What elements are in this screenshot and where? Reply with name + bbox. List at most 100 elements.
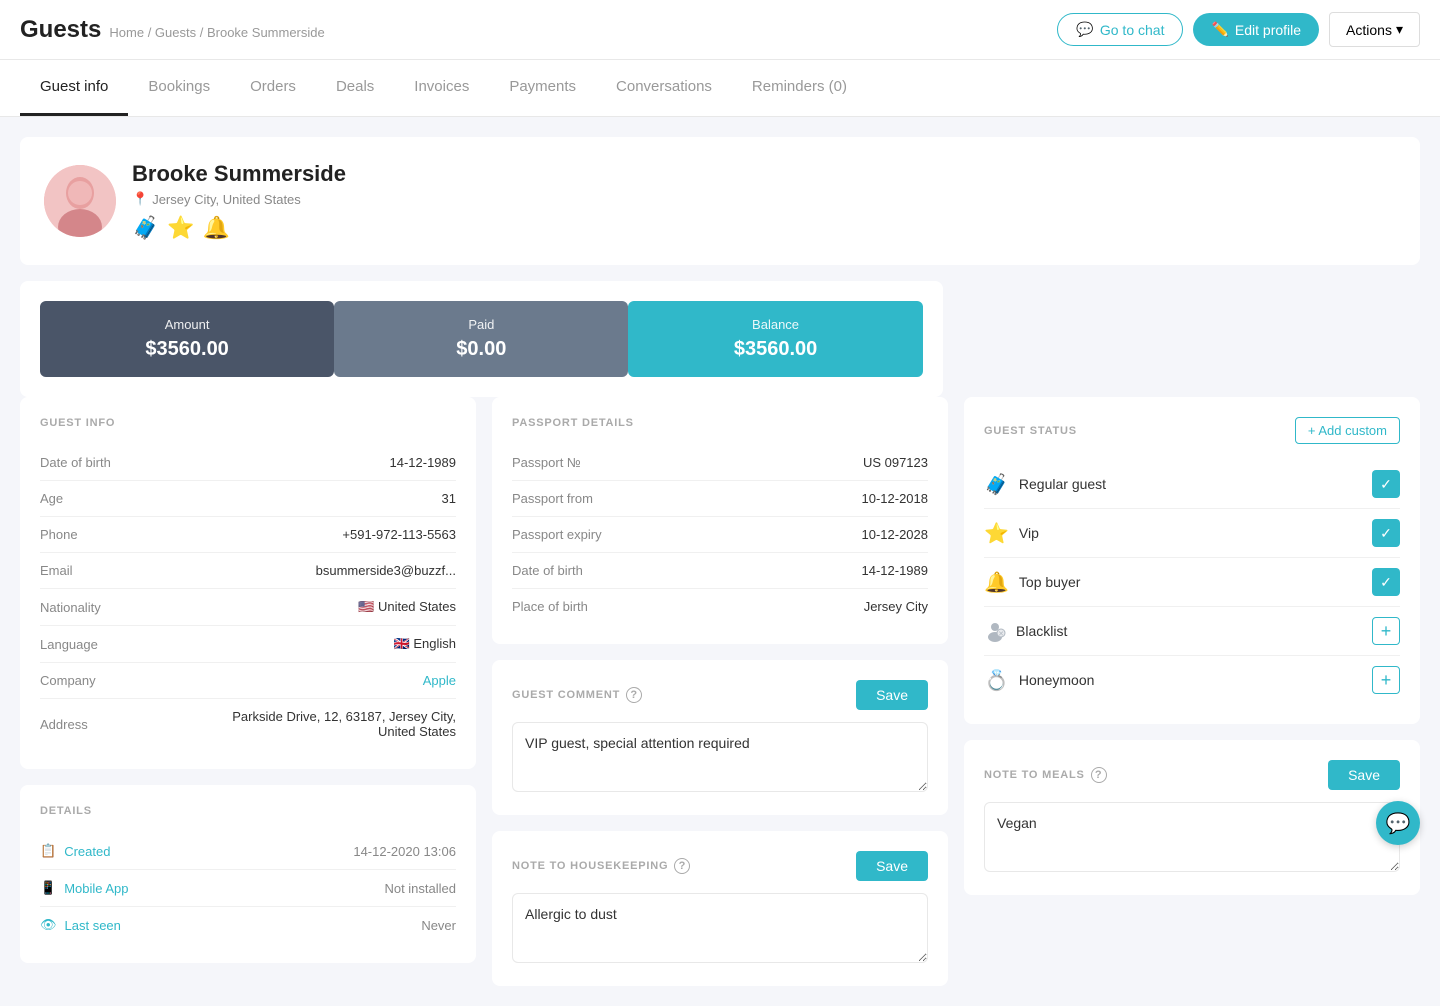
language-label: Language [40,637,98,652]
mobile-app-value: Not installed [384,881,456,896]
status-title: GUEST STATUS [984,425,1077,437]
tab-guest-info[interactable]: Guest info [20,60,128,116]
info-row-language: Language 🇬🇧 English [40,626,456,663]
checkmark-icon: ✓ [1380,525,1392,542]
balance-card: Amount $3560.00 Paid $0.00 Balance $3560… [20,281,943,397]
info-row-email: Email bsummerside3@buzzf... [40,553,456,589]
info-row-phone: Phone +591-972-113-5563 [40,517,456,553]
info-row-address: Address Parkside Drive, 12, 63187, Jerse… [40,699,456,749]
meals-help-icon[interactable]: ? [1091,767,1107,783]
tab-deals[interactable]: Deals [316,60,394,116]
housekeeping-help-icon[interactable]: ? [674,858,690,874]
guest-location: 📍 Jersey City, United States [132,191,1396,207]
age-label: Age [40,491,63,506]
regular-guest-label: Regular guest [1019,476,1106,492]
nationality-value: 🇺🇸 United States [358,599,456,615]
info-row-age: Age 31 [40,481,456,517]
chat-bubble-button[interactable]: 💬 [1376,801,1420,845]
info-row-dob: Date of birth 14-12-1989 [40,445,456,481]
status-header: GUEST STATUS + Add custom [984,417,1400,444]
comment-header: GUEST COMMENT ? Save [512,680,928,710]
add-custom-button[interactable]: + Add custom [1295,417,1400,444]
last-seen-icon: 👁 [40,917,57,933]
chevron-down-icon: ▾ [1396,21,1403,38]
company-value[interactable]: Apple [423,673,456,688]
tab-conversations[interactable]: Conversations [596,60,732,116]
meals-note-textarea[interactable]: Vegan [984,802,1400,872]
housekeeping-note-card: NOTE TO HOUSEKEEPING ? Save Allergic to … [492,831,948,986]
mobile-app-icon: 📱 [40,880,56,896]
header-left: Guests Home / Guests / Brooke Summerside [20,16,325,44]
passport-title: PASSPORT DETAILS [512,417,928,429]
honeymoon-add[interactable]: + [1372,666,1400,694]
edit-icon: ✏️ [1211,21,1228,38]
phone-value: +591-972-113-5563 [342,527,456,542]
honeymoon-icon: 💍 [984,668,1009,693]
column-1: GUEST INFO Date of birth 14-12-1989 Age … [20,397,476,986]
passport-number-value: US 097123 [863,455,928,470]
guest-comment-textarea[interactable]: VIP guest, special attention required [512,722,928,792]
passport-row-from: Passport from 10-12-2018 [512,481,928,517]
meals-save-button[interactable]: Save [1328,760,1400,790]
vip-icon: ⭐ [984,521,1009,546]
app-title: Guests [20,16,101,44]
guest-name: Brooke Summerside [132,161,1396,187]
tab-bookings[interactable]: Bookings [128,60,230,116]
balance-balance: Balance $3560.00 [628,301,922,377]
email-label: Email [40,563,73,578]
top-row: Brooke Summerside 📍 Jersey City, United … [0,117,1440,397]
nationality-label: Nationality [40,600,101,615]
tab-orders[interactable]: Orders [230,60,316,116]
created-label: Created [64,844,110,859]
vip-check[interactable]: ✓ [1372,519,1400,547]
comment-title: GUEST COMMENT ? [512,687,642,703]
breadcrumb-current: Brooke Summerside [207,25,325,40]
address-label: Address [40,717,88,732]
passport-row-number: Passport № US 097123 [512,445,928,481]
svg-text:✕: ✕ [998,631,1004,638]
email-value: bsummerside3@buzzf... [316,563,456,578]
main-content: GUEST INFO Date of birth 14-12-1989 Age … [0,397,1440,1006]
breadcrumb-home[interactable]: Home [109,25,144,40]
housekeeping-save-button[interactable]: Save [856,851,928,881]
go-to-chat-button[interactable]: 💬 Go to chat [1057,13,1183,46]
info-row-company: Company Apple [40,663,456,699]
comment-save-button[interactable]: Save [856,680,928,710]
passport-dob-label: Date of birth [512,563,583,578]
details-title: DETAILS [40,805,456,817]
badge-star-icon: ⭐ [167,215,194,241]
edit-profile-button[interactable]: ✏️ Edit profile [1193,13,1319,46]
header-actions: 💬 Go to chat ✏️ Edit profile Actions ▾ [1057,12,1420,47]
status-top-buyer: 🔔 Top buyer ✓ [984,558,1400,607]
blacklist-label: Blacklist [1016,623,1067,639]
regular-guest-check[interactable]: ✓ [1372,470,1400,498]
tab-payments[interactable]: Payments [489,60,596,116]
details-mobile-app: 📱 Mobile App Not installed [40,870,456,907]
top-buyer-check[interactable]: ✓ [1372,568,1400,596]
dob-label: Date of birth [40,455,111,470]
breadcrumb-guests[interactable]: Guests [155,25,196,40]
created-icon: 📋 [40,843,56,859]
blacklist-add[interactable]: + [1372,617,1400,645]
chat-bubble-icon: 💬 [1386,811,1411,836]
guest-info-card: GUEST INFO Date of birth 14-12-1989 Age … [20,397,476,769]
column-3: GUEST STATUS + Add custom 🧳 Regular gues… [964,397,1420,986]
actions-button[interactable]: Actions ▾ [1329,12,1420,47]
passport-row-expiry: Passport expiry 10-12-2028 [512,517,928,553]
guest-comment-card: GUEST COMMENT ? Save VIP guest, special … [492,660,948,815]
profile-info: Brooke Summerside 📍 Jersey City, United … [132,161,1396,241]
avatar [44,165,116,237]
checkmark-icon: ✓ [1380,476,1392,493]
chat-icon: 💬 [1076,21,1093,38]
tab-invoices[interactable]: Invoices [394,60,489,116]
dob-value: 14-12-1989 [390,455,457,470]
comment-help-icon[interactable]: ? [626,687,642,703]
status-honeymoon: 💍 Honeymoon + [984,656,1400,704]
housekeeping-header: NOTE TO HOUSEKEEPING ? Save [512,851,928,881]
passport-pob-value: Jersey City [864,599,928,614]
status-blacklist: ✕ Blacklist + [984,607,1400,656]
tab-reminders[interactable]: Reminders (0) [732,60,867,116]
profile-card: Brooke Summerside 📍 Jersey City, United … [20,137,1420,265]
housekeeping-note-textarea[interactable]: Allergic to dust [512,893,928,963]
passport-number-label: Passport № [512,455,581,470]
